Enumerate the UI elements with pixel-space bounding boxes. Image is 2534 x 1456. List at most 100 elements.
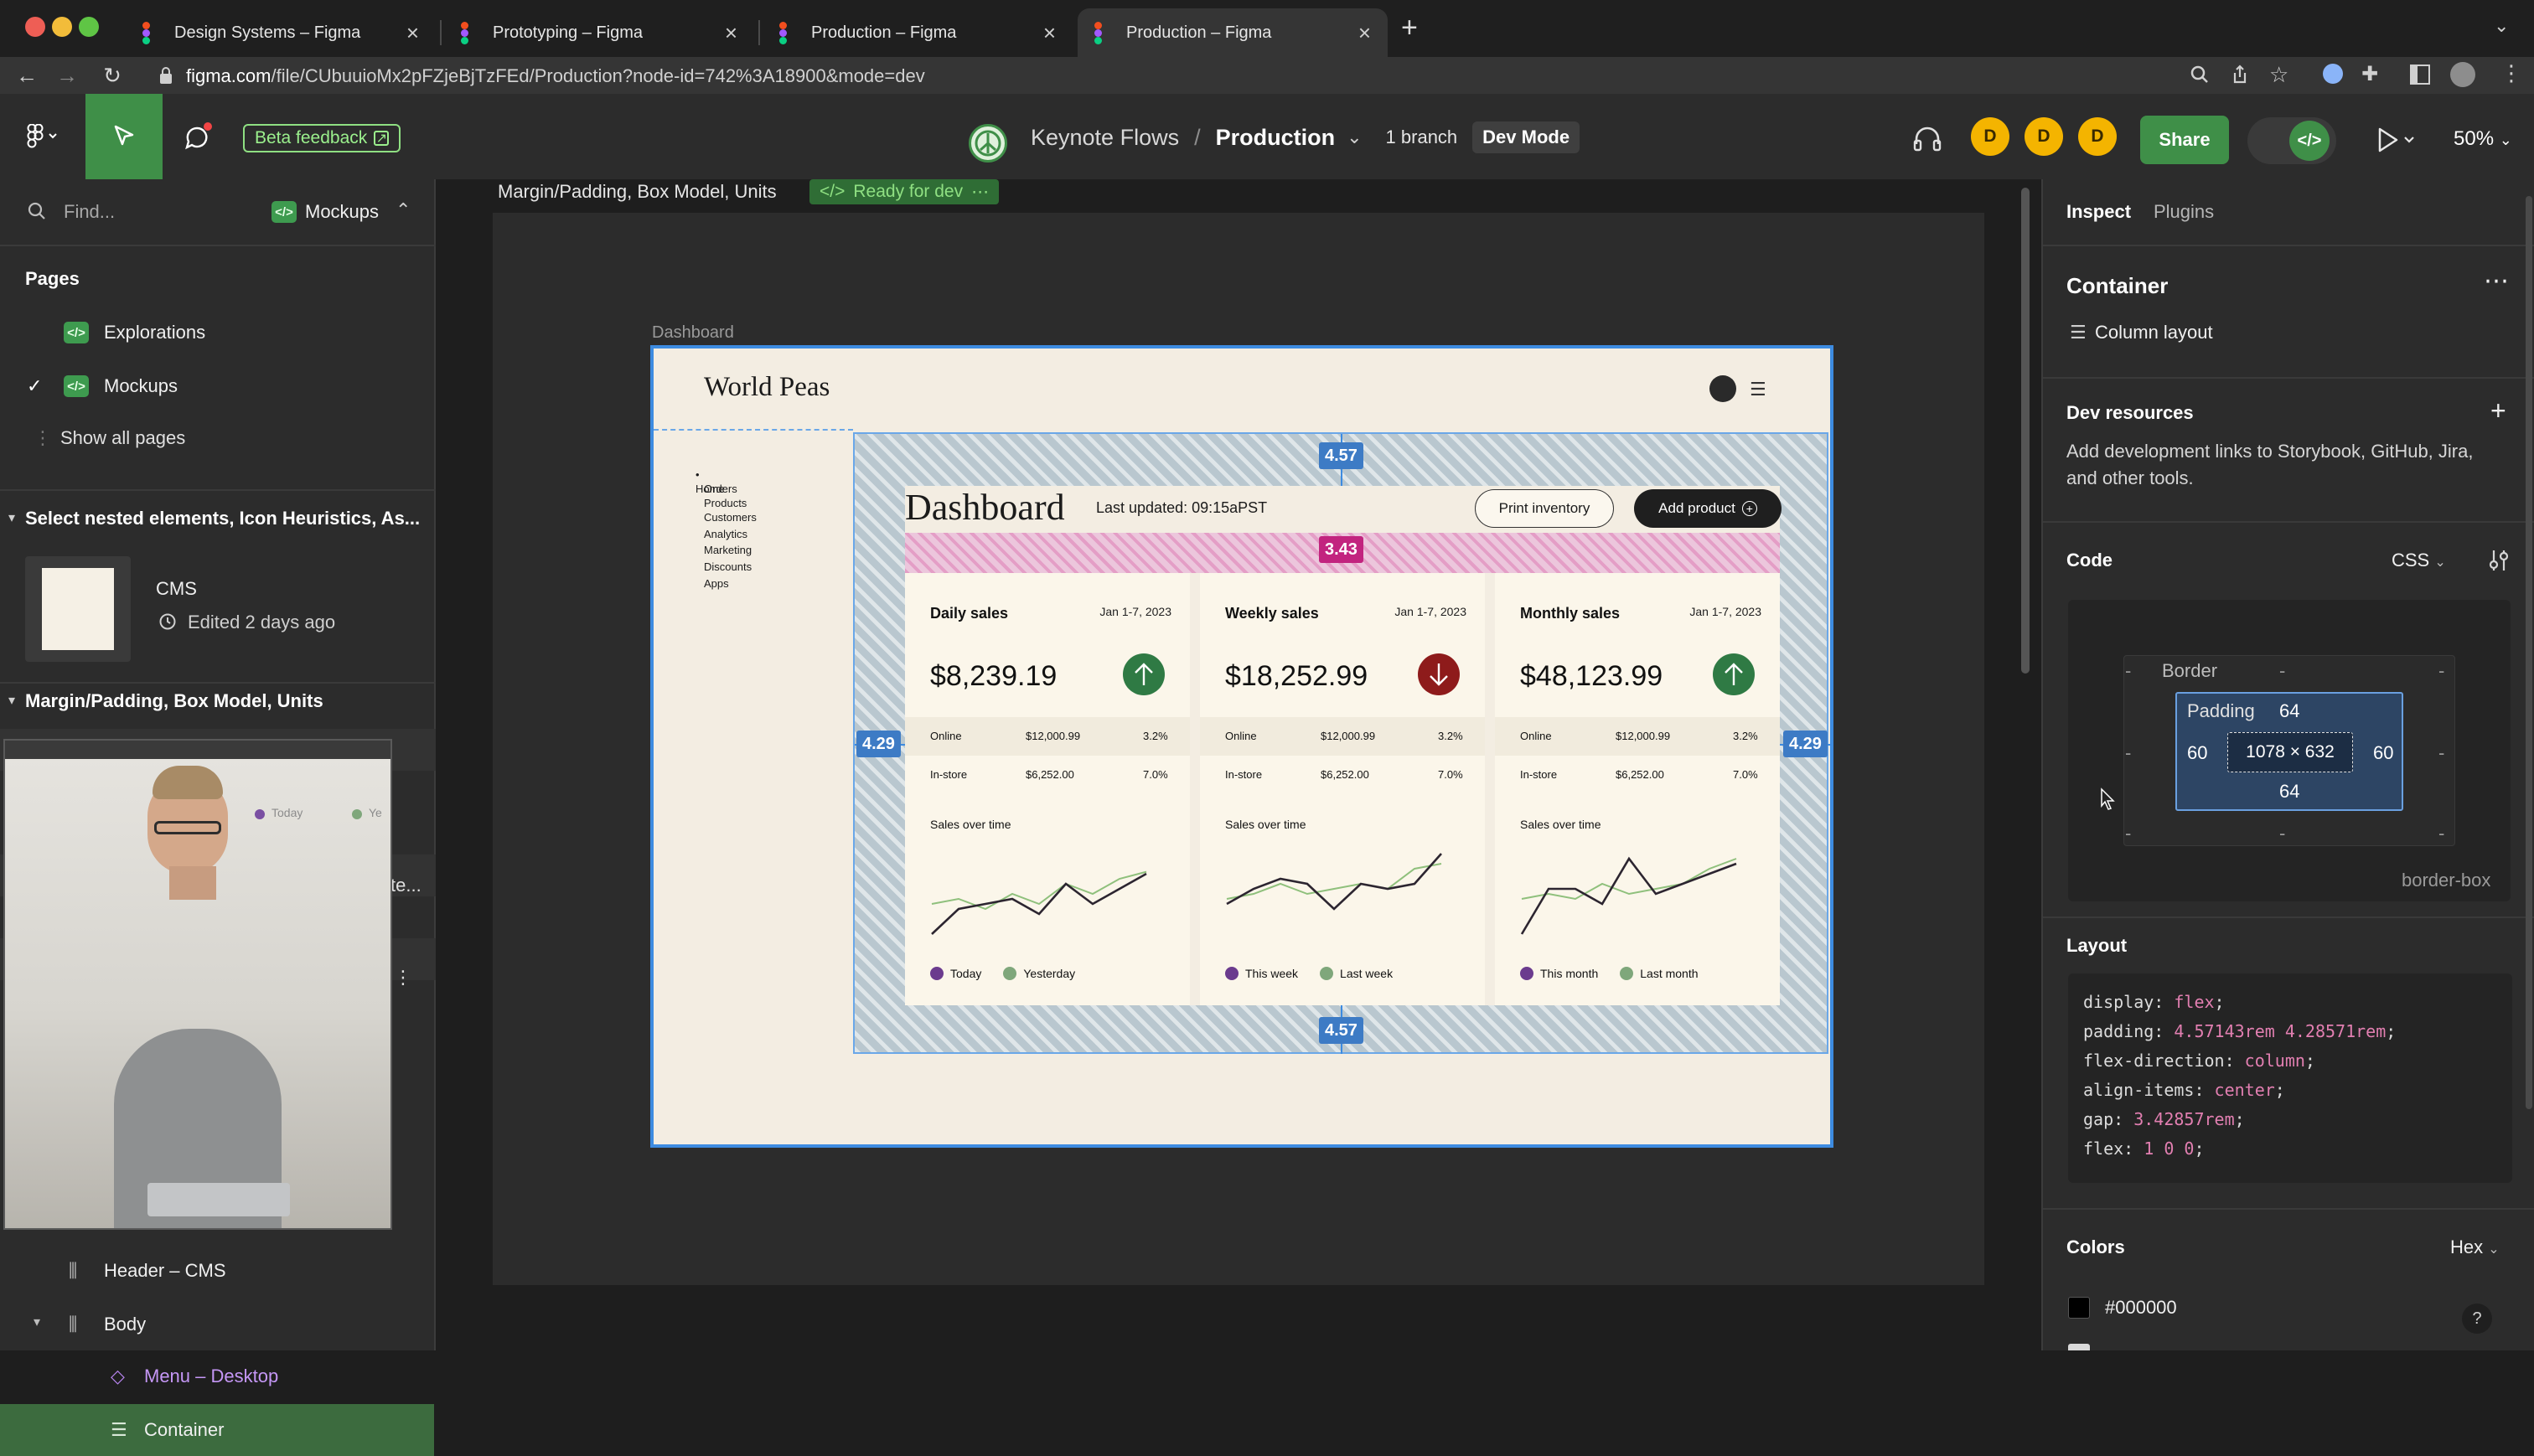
tab-close-icon[interactable]: × — [406, 22, 419, 44]
collaborator-avatar[interactable]: D — [2025, 117, 2063, 156]
search-input[interactable]: Find... — [64, 201, 115, 223]
dev-mode-toggle[interactable]: </> — [2247, 117, 2336, 164]
nav-customers[interactable]: Customers — [704, 510, 757, 524]
cms-frame-name[interactable]: CMS — [156, 578, 197, 600]
beta-feedback-button[interactable]: Beta feedback ↗ — [243, 124, 401, 152]
zoom-chevron-icon: ⌄ — [2499, 132, 2512, 148]
new-tab-icon[interactable]: + — [1401, 12, 1418, 44]
canvas-scrollbar[interactable] — [2021, 188, 2030, 674]
share-page-icon[interactable] — [2229, 64, 2251, 85]
help-button[interactable]: ? — [2462, 1304, 2492, 1334]
color-swatch[interactable] — [2068, 1297, 2090, 1319]
color-swatch[interactable] — [2068, 1344, 2090, 1350]
nav-apps[interactable]: Apps — [704, 576, 729, 591]
show-all-pages-link[interactable]: Show all pages — [60, 427, 185, 449]
browser-tab[interactable]: Production – Figma × — [763, 8, 1073, 57]
file-name[interactable]: Production — [1216, 125, 1336, 151]
trend-up-arrow-icon — [1713, 653, 1755, 695]
collaborator-avatar[interactable]: D — [2078, 117, 2117, 156]
add-product-button[interactable]: Add product + — [1634, 489, 1782, 528]
bookmark-star-icon[interactable]: ☆ — [2269, 62, 2288, 88]
section-title[interactable]: Select nested elements, Icon Heuristics,… — [25, 508, 420, 529]
dashboard-frame[interactable]: World Peas ☰ • Home Orders Products Cust… — [650, 345, 1833, 1148]
hamburger-menu-icon[interactable]: ☰ — [1750, 379, 1766, 400]
nav-discounts[interactable]: Discounts — [704, 560, 752, 574]
sidebar-toggle-icon[interactable] — [2410, 65, 2430, 85]
ready-for-dev-label: Ready for dev — [853, 182, 964, 201]
container-selection[interactable]: Dashboard Last updated: 09:15aPST Print … — [853, 432, 1830, 1054]
extensions-puzzle-icon[interactable]: ✚ — [2361, 62, 2378, 86]
css-value: 1 0 0 — [2144, 1138, 2195, 1159]
ready-for-dev-badge[interactable]: </> Ready for dev ⋯ — [809, 179, 1000, 204]
layer-container-selected[interactable]: ☰ Container — [0, 1404, 434, 1456]
tab-inspect[interactable]: Inspect — [2066, 201, 2131, 223]
reload-icon[interactable]: ↻ — [99, 62, 126, 89]
nav-products[interactable]: Products — [704, 496, 747, 510]
lock-icon[interactable] — [159, 66, 173, 85]
extension-icon[interactable] — [2323, 64, 2343, 84]
url-field[interactable]: figma.com/file/CUbuuioMx2pFZjeBjTzFEd/Pr… — [186, 65, 925, 87]
browser-tab[interactable]: Prototyping – Figma × — [444, 8, 754, 57]
tab-close-icon[interactable]: × — [725, 22, 737, 44]
zoom-lens-icon[interactable] — [2189, 64, 2211, 85]
tab-close-icon[interactable]: × — [1358, 22, 1371, 44]
back-icon[interactable]: ← — [13, 62, 40, 89]
tab-plugins[interactable]: Plugins — [2154, 201, 2214, 223]
code-language-select[interactable]: CSS ⌄ — [2392, 550, 2446, 571]
project-name[interactable]: Keynote Flows — [1031, 125, 1179, 151]
browser-menu-icon[interactable]: ⋮ — [2500, 60, 2522, 86]
nav-marketing[interactable]: Marketing — [704, 543, 752, 557]
layer-menu-desktop[interactable]: Menu – Desktop — [144, 1366, 278, 1387]
profile-avatar[interactable] — [2450, 62, 2475, 87]
collaborator-avatar[interactable]: D — [1971, 117, 2009, 156]
section-title[interactable]: Margin/Padding, Box Model, Units — [25, 690, 323, 712]
share-button[interactable]: Share — [2140, 116, 2229, 164]
section-collapse-chevron-icon[interactable]: ▾ — [8, 692, 15, 709]
stat-percent: 3.2% — [1143, 730, 1168, 742]
user-avatar[interactable] — [1709, 375, 1736, 402]
panel-scrollbar[interactable] — [2526, 196, 2532, 1109]
layout-css-code[interactable]: display: flex; padding: 4.57143rem 4.2857… — [2068, 973, 2512, 1183]
comment-tool-button[interactable] — [171, 94, 225, 179]
color-format-select[interactable]: Hex ⌄ — [2450, 1237, 2500, 1258]
tab-list-chevron-icon[interactable]: ⌄ — [2494, 15, 2509, 37]
branch-count[interactable]: 1 branch — [1386, 126, 1458, 148]
cms-thumbnail[interactable] — [25, 556, 131, 662]
page-selector[interactable]: Mockups — [305, 201, 379, 223]
print-inventory-button[interactable]: Print inventory — [1475, 489, 1614, 528]
add-resource-icon[interactable]: + — [2490, 395, 2506, 426]
divider — [2043, 521, 2534, 523]
layer-body[interactable]: Body — [104, 1314, 146, 1335]
page-selector-chevron-icon[interactable]: ⌃ — [396, 199, 411, 221]
tab-close-icon[interactable]: × — [1043, 22, 1056, 44]
page-item-explorations[interactable]: Explorations — [104, 322, 205, 343]
layer-header-cms[interactable]: Header – CMS — [104, 1260, 226, 1282]
browser-tab-active[interactable]: Production – Figma × — [1078, 8, 1388, 57]
present-play-icon[interactable] — [2375, 126, 2417, 154]
sales-card: Monthly sales Jan 1-7, 2023 $48,123.99 Onli… — [1495, 573, 1780, 1005]
file-menu-chevron-icon[interactable]: ⌄ — [1347, 126, 1362, 148]
section-collapse-chevron-icon[interactable]: ▾ — [8, 509, 15, 526]
code-settings-icon[interactable] — [2487, 548, 2511, 573]
browser-tab[interactable]: Design Systems – Figma × — [126, 8, 436, 57]
nav-orders[interactable]: Orders — [704, 482, 737, 496]
frame-label[interactable]: Dashboard — [652, 323, 734, 343]
zoom-window-icon[interactable] — [79, 17, 99, 37]
border-bottom-left-value: - — [2125, 823, 2132, 844]
layer-expand-chevron-icon[interactable]: ▾ — [34, 1314, 40, 1330]
audio-headphones-icon[interactable] — [1912, 124, 1942, 152]
page-item-mockups[interactable]: Mockups — [104, 375, 178, 397]
forward-icon[interactable]: → — [54, 62, 80, 89]
color-hex-value[interactable]: #000000 — [2105, 1297, 2177, 1319]
more-options-icon[interactable]: ⋯ — [2484, 266, 2509, 296]
section-label[interactable]: Margin/Padding, Box Model, Units — [498, 181, 777, 203]
nav-analytics[interactable]: Analytics — [704, 527, 747, 541]
close-window-icon[interactable] — [25, 17, 45, 37]
design-canvas[interactable]: Margin/Padding, Box Model, Units </> Rea… — [437, 179, 2046, 1350]
more-options-icon[interactable]: ⋮ — [394, 967, 412, 989]
thumbnail-preview — [42, 568, 114, 650]
minimize-window-icon[interactable] — [52, 17, 72, 37]
main-menu-button[interactable] — [15, 94, 69, 179]
zoom-level[interactable]: 50% ⌄ — [2454, 127, 2512, 151]
move-tool-button[interactable] — [85, 94, 163, 179]
